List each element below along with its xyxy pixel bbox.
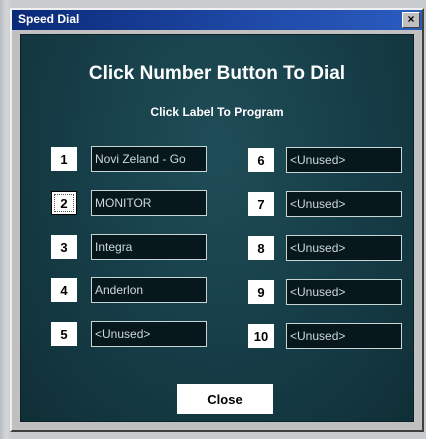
title-bar[interactable]: Speed Dial × xyxy=(12,10,422,30)
dial-button-4[interactable]: 4 xyxy=(51,278,77,302)
close-icon[interactable]: × xyxy=(402,12,420,28)
dial-button-10[interactable]: 10 xyxy=(248,324,274,348)
window-title: Speed Dial xyxy=(18,12,80,26)
dialog-subheading: Click Label To Program xyxy=(150,105,284,119)
program-label-6[interactable]: <Unused> xyxy=(286,147,402,173)
program-label-4[interactable]: Anderlon xyxy=(91,277,207,303)
program-label-10[interactable]: <Unused> xyxy=(286,323,402,349)
program-label-7[interactable]: <Unused> xyxy=(286,191,402,217)
speed-dial-window: Speed Dial × Click Number Button To Dial… xyxy=(10,8,424,432)
dialog-body: Click Number Button To Dial Click Label … xyxy=(20,34,414,422)
program-label-9[interactable]: <Unused> xyxy=(286,279,402,305)
dial-button-5[interactable]: 5 xyxy=(51,322,77,346)
close-button[interactable]: Close xyxy=(177,384,273,414)
dial-button-7[interactable]: 7 xyxy=(248,192,274,216)
program-label-2[interactable]: MONITOR xyxy=(91,190,207,216)
dialog-heading: Click Number Button To Dial xyxy=(88,63,346,84)
dial-button-6[interactable]: 6 xyxy=(248,148,274,172)
dial-button-2[interactable]: 2 xyxy=(51,191,77,215)
program-label-3[interactable]: Integra xyxy=(91,234,207,260)
dial-button-9[interactable]: 9 xyxy=(248,280,274,304)
dial-button-1[interactable]: 1 xyxy=(51,147,77,171)
dial-button-8[interactable]: 8 xyxy=(248,236,274,260)
program-label-5[interactable]: <Unused> xyxy=(91,321,207,347)
program-label-1[interactable]: Novi Zeland - Go xyxy=(91,146,207,172)
program-label-8[interactable]: <Unused> xyxy=(286,235,402,261)
dial-button-3[interactable]: 3 xyxy=(51,235,77,259)
